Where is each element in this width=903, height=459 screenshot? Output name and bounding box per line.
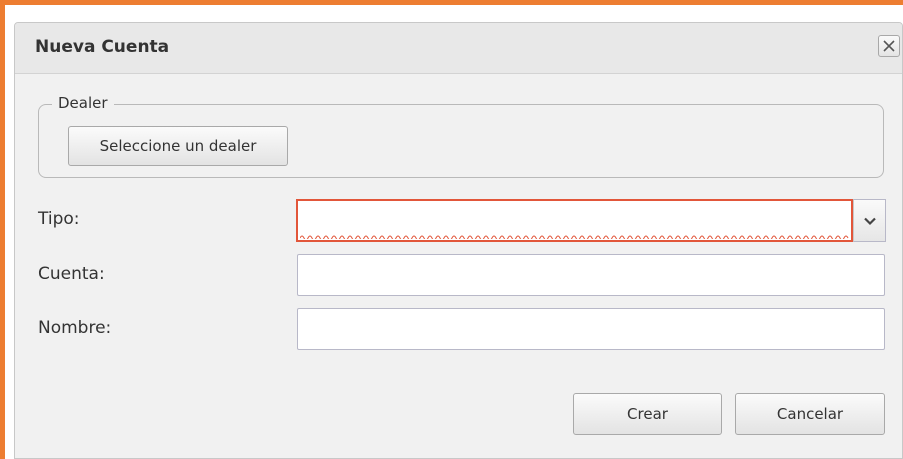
select-dealer-button[interactable]: Seleccione un dealer (68, 126, 288, 166)
close-icon (883, 40, 895, 52)
tipo-select[interactable] (296, 199, 886, 242)
tipo-select-field[interactable] (296, 199, 853, 242)
cuenta-label: Cuenta: (38, 264, 105, 284)
dialog-title: Nueva Cuenta (35, 37, 170, 57)
nombre-input[interactable] (297, 308, 885, 350)
chevron-down-icon (864, 217, 876, 226)
tipo-label: Tipo: (38, 209, 80, 229)
cancel-button[interactable]: Cancelar (735, 393, 885, 435)
invalid-underline (300, 235, 849, 239)
dialog-titlebar: Nueva Cuenta (15, 23, 902, 74)
dealer-legend: Dealer (52, 94, 114, 112)
nombre-label: Nombre: (38, 318, 112, 338)
cuenta-input[interactable] (297, 254, 885, 296)
tipo-dropdown-button[interactable] (853, 199, 886, 242)
close-button[interactable] (878, 35, 900, 57)
create-button[interactable]: Crear (573, 393, 722, 435)
